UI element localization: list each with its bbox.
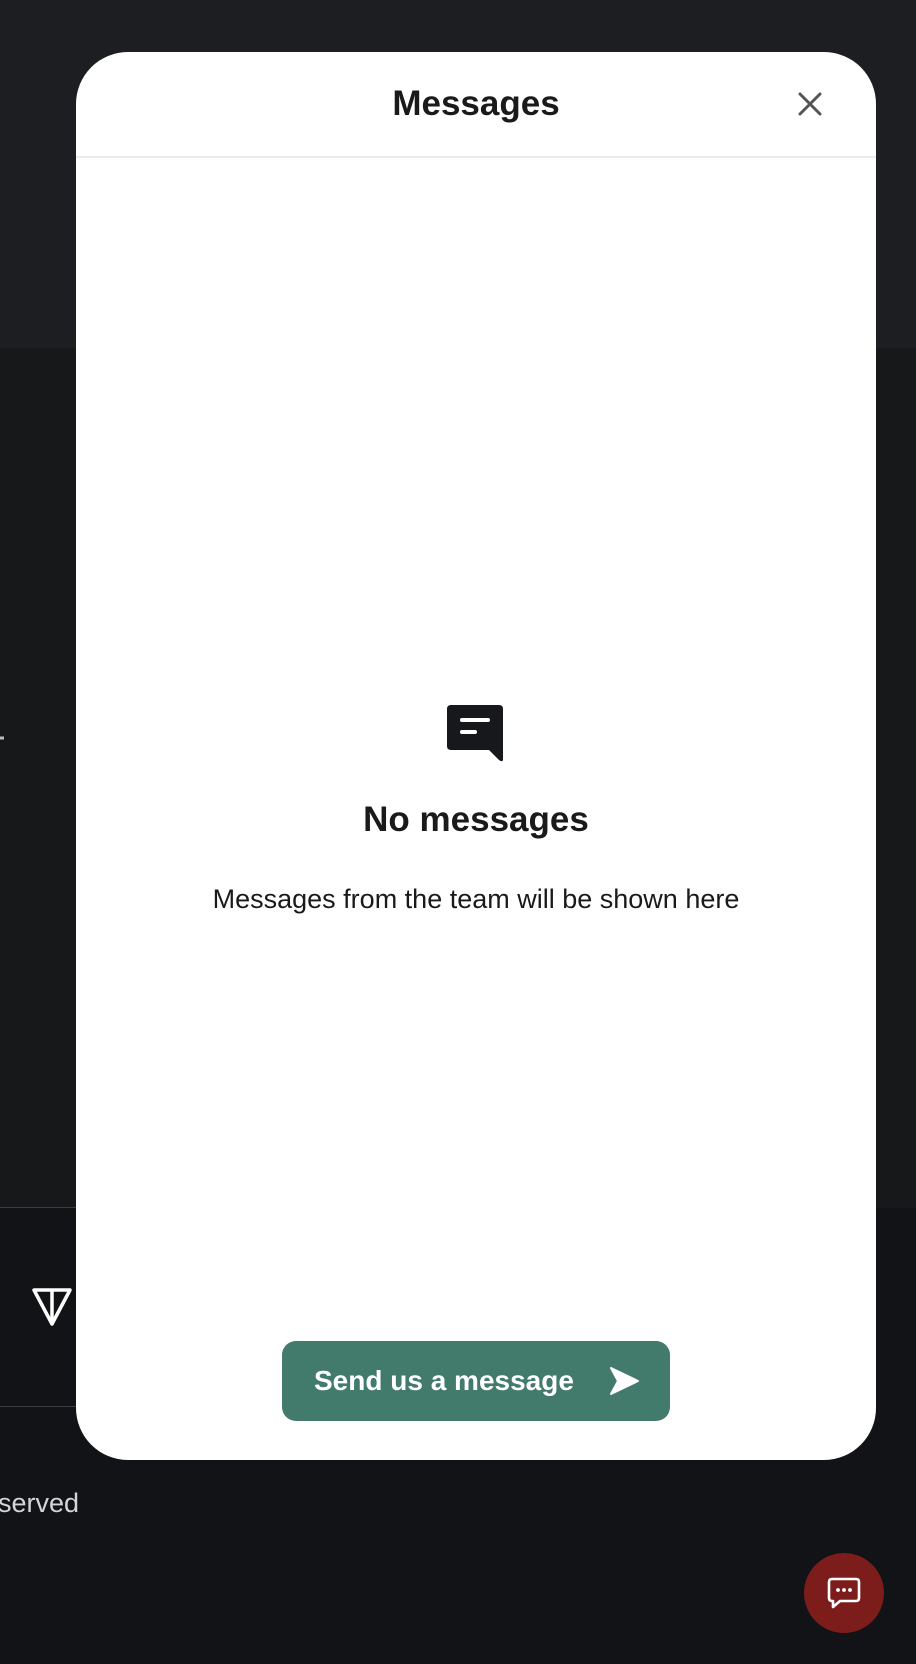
background-partial-text (0, 716, 8, 748)
footer-rights-text: served (0, 1488, 80, 1518)
chat-icon (826, 1575, 862, 1611)
chat-launcher-button[interactable] (804, 1553, 884, 1633)
send-message-button[interactable]: Send us a message (282, 1341, 670, 1421)
chat-bubble-icon (447, 703, 505, 763)
empty-state-subtitle: Messages from the team will be shown her… (212, 884, 740, 914)
empty-state-title: No messages (363, 800, 589, 839)
close-icon (798, 92, 822, 116)
background-divider (0, 1406, 80, 1407)
send-arrow-icon (608, 1365, 640, 1397)
modal-header: Messages (76, 52, 876, 158)
send-message-label: Send us a message (314, 1365, 574, 1396)
background-divider (0, 1207, 80, 1208)
close-button[interactable] (790, 84, 830, 124)
modal-title: Messages (392, 84, 560, 123)
telegram-ton-icon[interactable] (30, 1286, 74, 1330)
messages-modal: Messages No messages Messages from the t… (76, 52, 876, 1460)
